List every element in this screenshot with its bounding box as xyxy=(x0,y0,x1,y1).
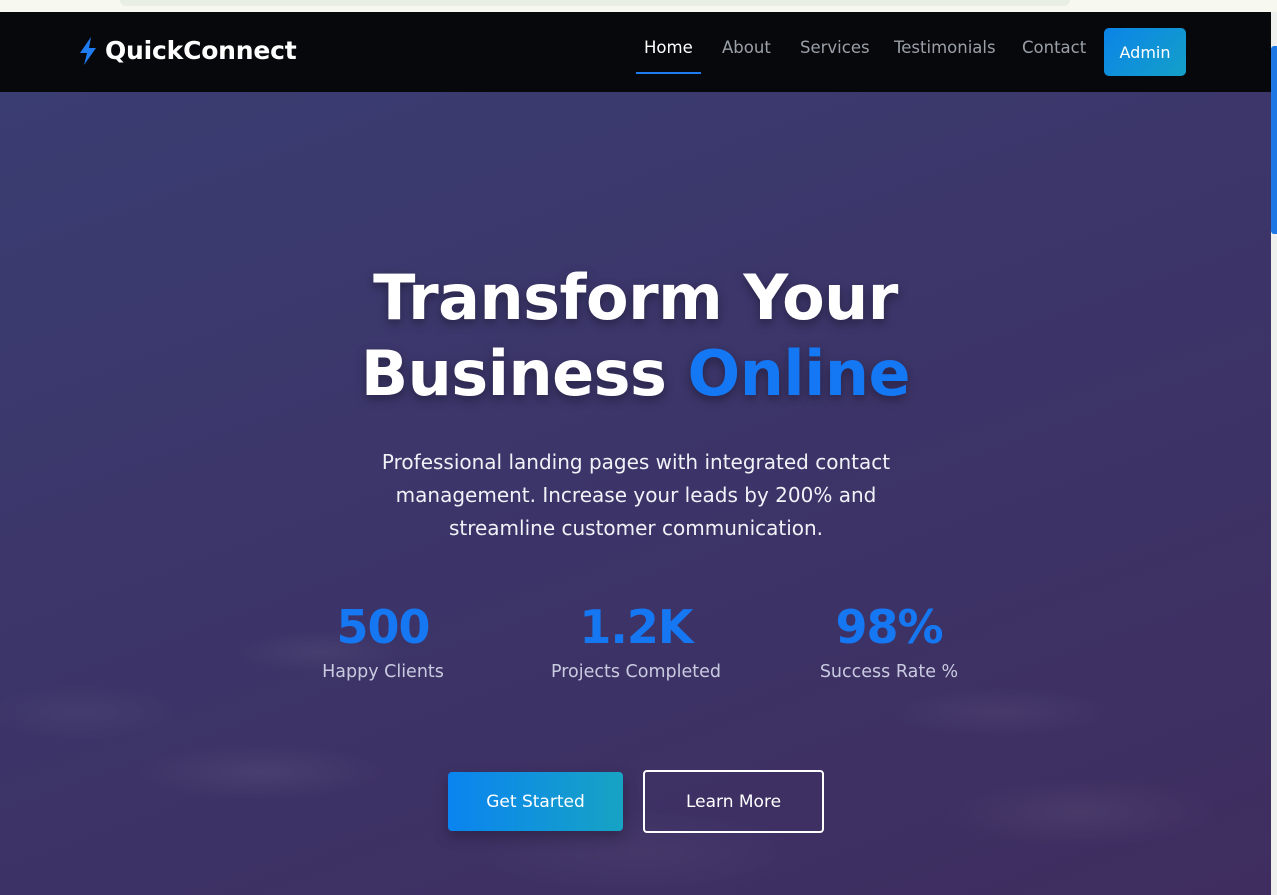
stat-success-rate: 98% Success Rate % xyxy=(769,598,1009,682)
hero-title-accent: Online xyxy=(687,337,911,410)
nav-link-contact[interactable]: Contact xyxy=(1022,38,1086,57)
browser-top-strip xyxy=(0,0,1277,12)
page-scrollbar[interactable] xyxy=(1271,12,1277,895)
hero-title: Transform Your Business Online xyxy=(0,260,1271,412)
stat-label: Projects Completed xyxy=(550,662,721,682)
nav-link-home[interactable]: Home xyxy=(636,38,701,74)
nav-link-testimonials[interactable]: Testimonials xyxy=(894,38,996,57)
browser-address-bar-edge xyxy=(120,0,1070,6)
hero-section: Transform Your Business Online Professio… xyxy=(0,92,1271,895)
stat-happy-clients: 500 Happy Clients xyxy=(263,598,503,682)
stat-projects-completed: 1.2K Projects Completed xyxy=(516,598,756,682)
scrollbar-thumb[interactable] xyxy=(1271,46,1277,234)
nav-link-services[interactable]: Services xyxy=(800,38,870,57)
navbar: QuickConnect Home About Services Testimo… xyxy=(0,12,1271,92)
hero-title-line2-prefix: Business xyxy=(360,337,667,410)
hero-subtitle: Professional landing pages with integrat… xyxy=(381,450,891,540)
stat-value: 500 xyxy=(336,600,430,654)
stat-value: 98% xyxy=(835,600,943,654)
nav-links: Home About Services Testimonials Contact xyxy=(0,38,1271,78)
stat-label: Happy Clients xyxy=(322,662,444,682)
admin-button[interactable]: Admin xyxy=(1104,28,1186,76)
learn-more-button[interactable]: Learn More xyxy=(643,770,824,833)
nav-link-about[interactable]: About xyxy=(722,38,771,57)
stat-value: 1.2K xyxy=(579,600,693,654)
stat-label: Success Rate % xyxy=(819,662,959,682)
get-started-button[interactable]: Get Started xyxy=(448,772,623,831)
landing-page: QuickConnect Home About Services Testimo… xyxy=(0,12,1271,895)
hero-title-line1: Transform Your xyxy=(373,261,898,334)
